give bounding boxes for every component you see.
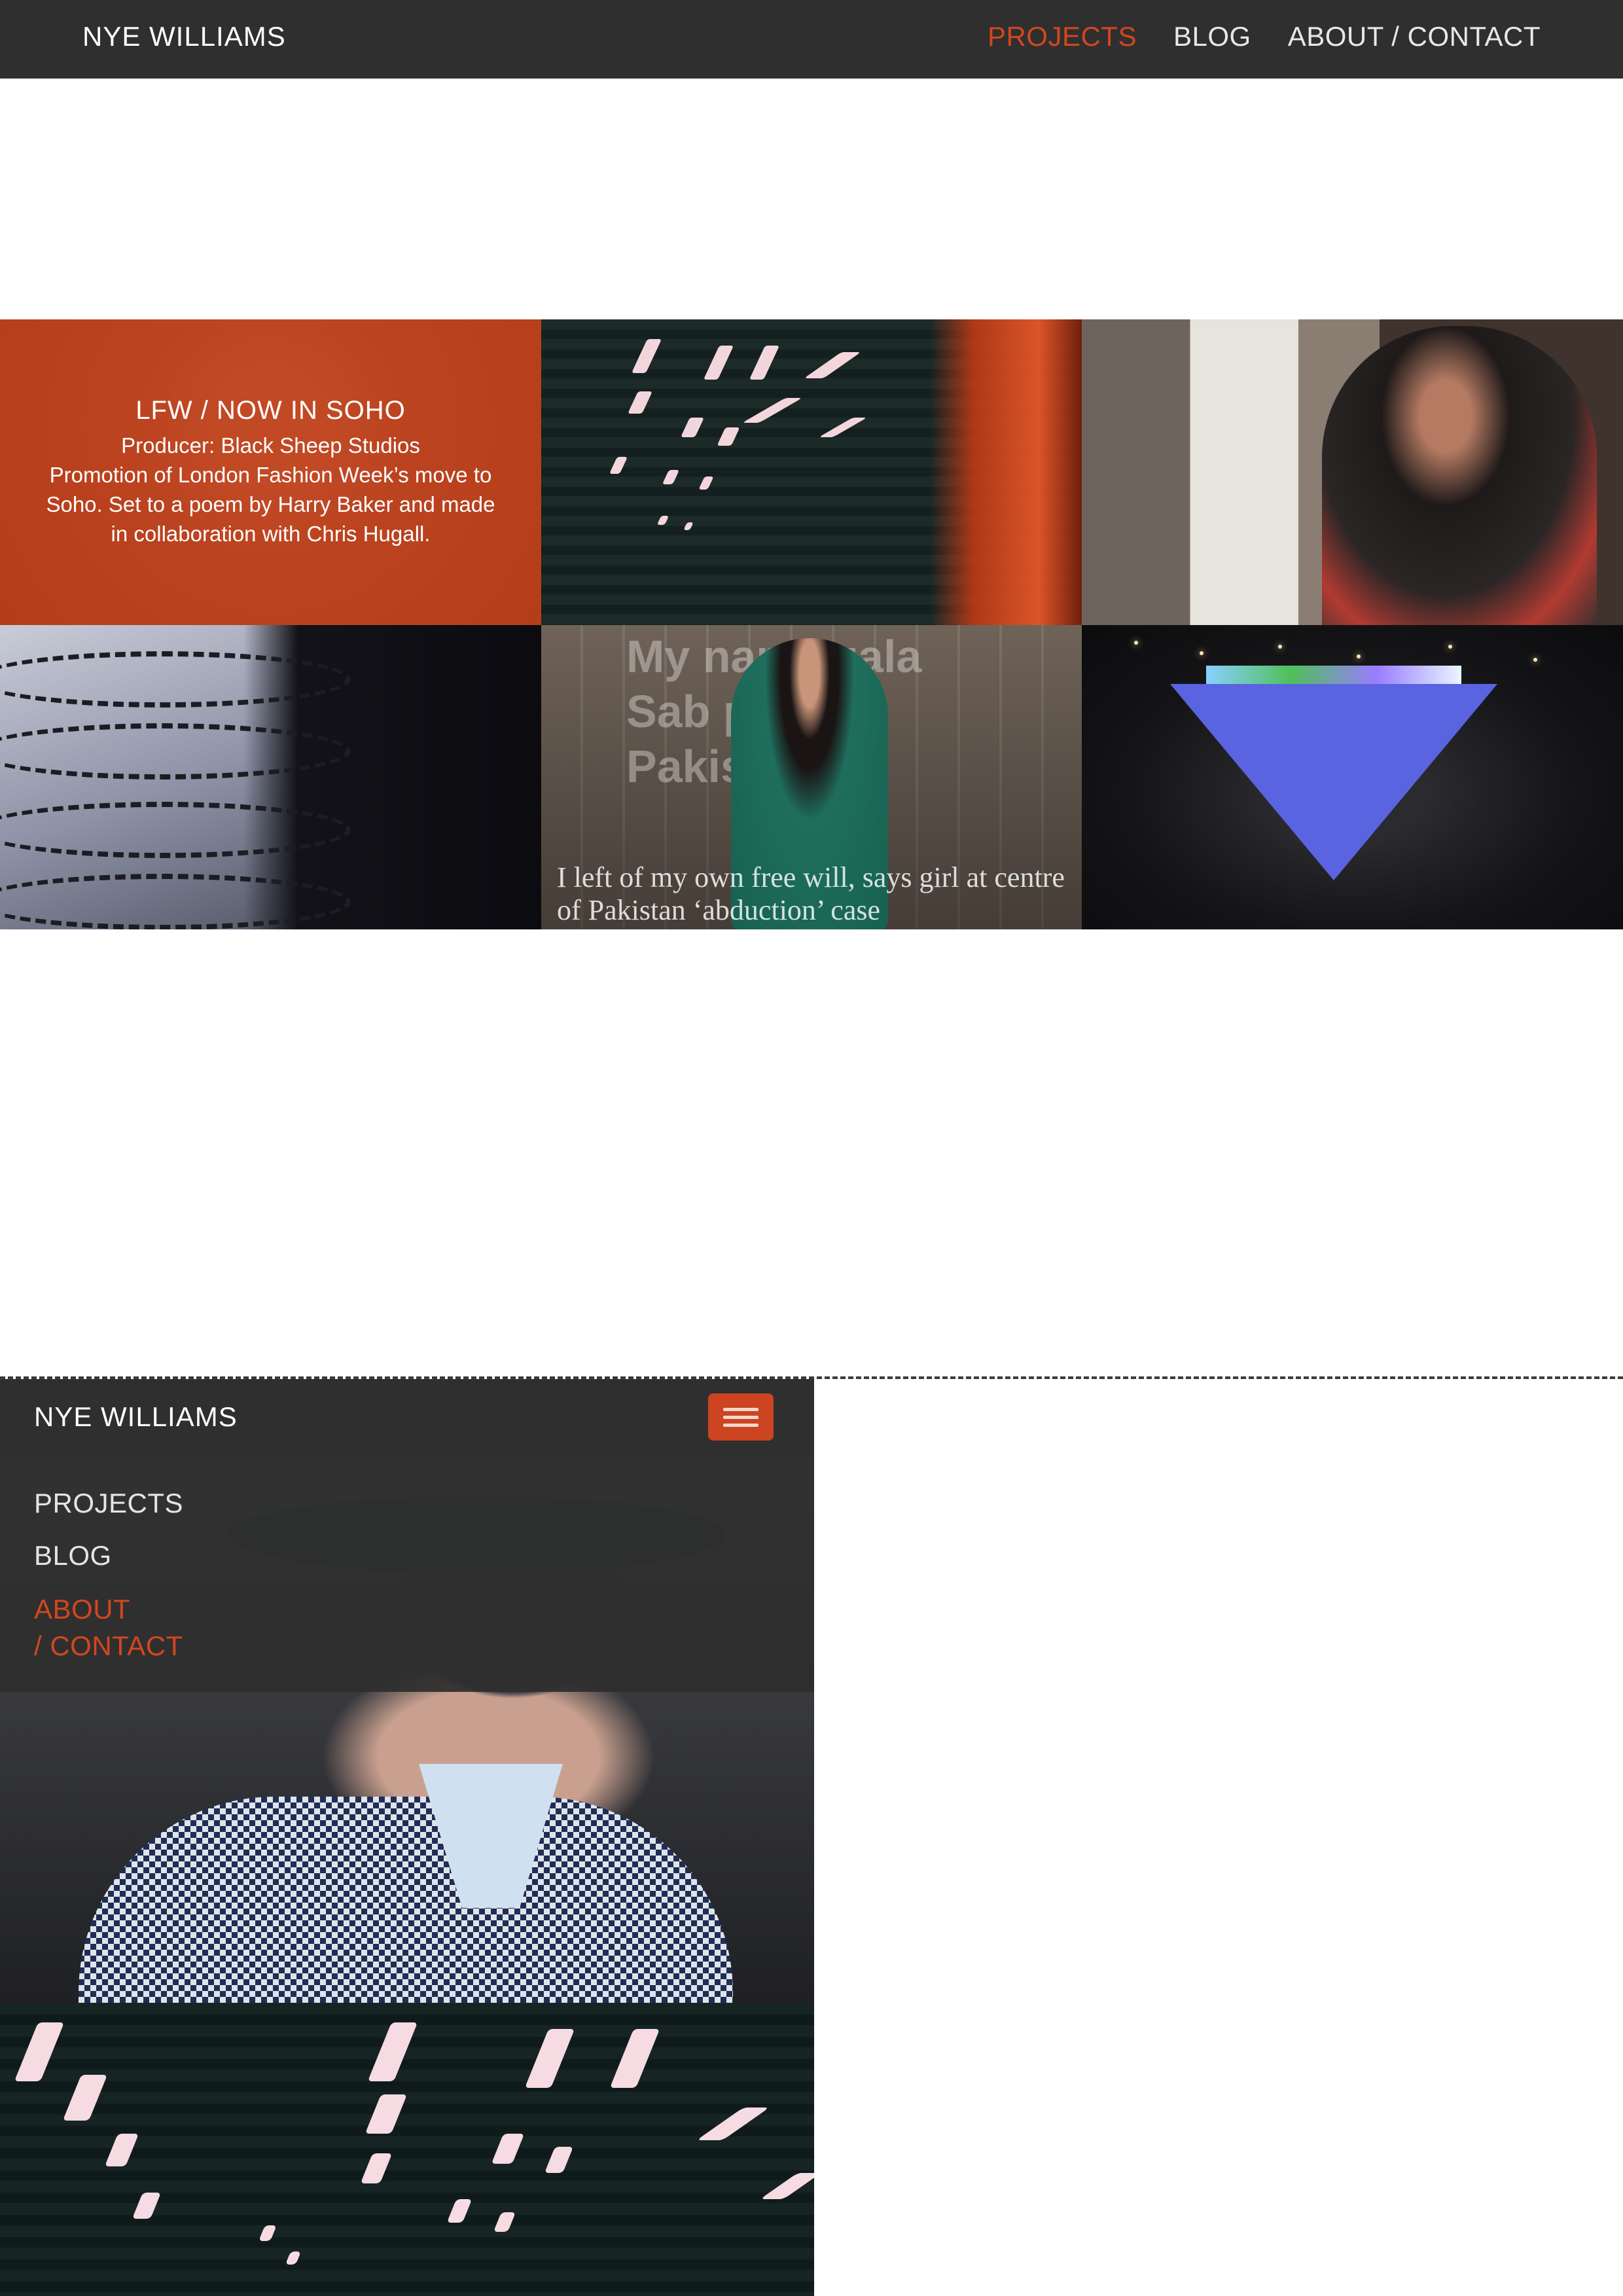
mobile-nav-contact[interactable]: / CONTACT xyxy=(34,1630,183,1662)
project-title: LFW / NOW IN SOHO xyxy=(135,396,406,425)
project-tile-barbed-wire[interactable] xyxy=(0,625,541,929)
project-grid: LFW / NOW IN SOHO Producer: Black Sheep … xyxy=(0,319,1623,929)
project-tile-tunnel[interactable] xyxy=(541,319,1082,625)
mobile-brand-logo[interactable]: NYE WILLIAMS xyxy=(34,1401,238,1433)
nav-about-contact[interactable]: ABOUT / CONTACT xyxy=(1288,21,1541,52)
main-nav: PROJECTS BLOG ABOUT / CONTACT xyxy=(988,21,1541,52)
project-tile-girl-in-green[interactable]: My name zala Sab ppy Pakis ad I left of … xyxy=(541,625,1082,929)
nav-projects[interactable]: PROJECTS xyxy=(988,21,1137,52)
site-header: NYE WILLIAMS PROJECTS BLOG ABOUT / CONTA… xyxy=(0,0,1623,79)
mobile-nav-blog[interactable]: BLOG xyxy=(34,1540,112,1571)
project-description: Promotion of London Fashion Week’s move … xyxy=(46,463,495,546)
project-producer: Producer: Black Sheep Studios xyxy=(121,433,420,457)
project-tile-couple[interactable] xyxy=(1082,319,1623,625)
mobile-menu: PROJECTS BLOG ABOUT / CONTACT xyxy=(0,1456,814,1692)
project-hover-overlay: LFW / NOW IN SOHO Producer: Black Sheep … xyxy=(0,319,541,625)
nav-blog[interactable]: BLOG xyxy=(1173,21,1251,52)
brand-logo[interactable]: NYE WILLIAMS xyxy=(82,21,286,52)
mobile-preview: NYE WILLIAMS PROJECTS BLOG ABOUT / CONTA… xyxy=(0,1379,814,2296)
project-tile-diamond[interactable] xyxy=(1082,625,1623,929)
mobile-nav-projects[interactable]: PROJECTS xyxy=(34,1488,183,1519)
video-caption: I left of my own free will, says girl at… xyxy=(557,861,1065,926)
mobile-nav-about[interactable]: ABOUT xyxy=(34,1594,130,1625)
mobile-header: NYE WILLIAMS xyxy=(0,1379,814,1456)
project-tile-lfw[interactable]: LFW / NOW IN SOHO Producer: Black Sheep … xyxy=(0,319,541,625)
hamburger-icon[interactable] xyxy=(708,1393,774,1441)
project-image-tunnel[interactable] xyxy=(0,2003,814,2296)
